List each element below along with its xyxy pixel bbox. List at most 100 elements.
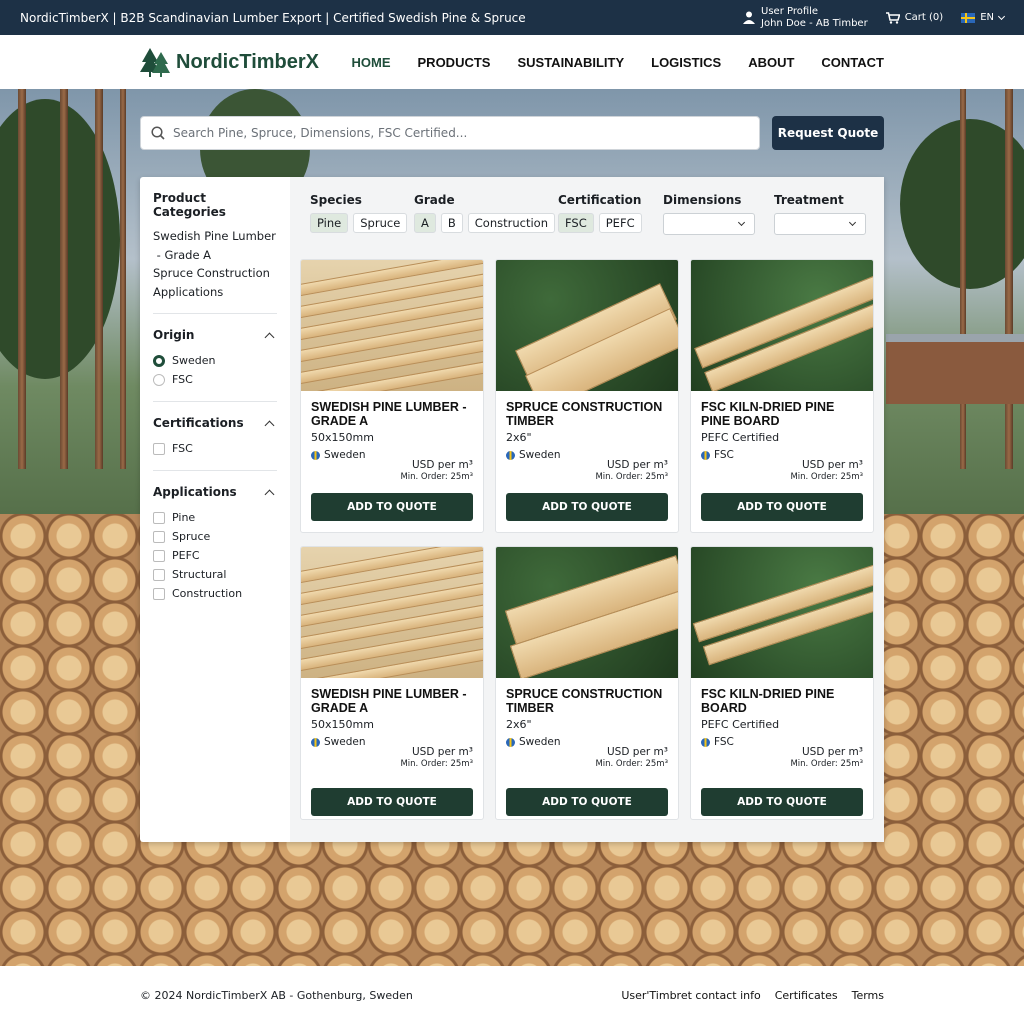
certification-option-fsc[interactable]: FSC (153, 439, 277, 458)
radio-selected[interactable] (153, 354, 165, 367)
sweden-flag-icon (961, 12, 976, 23)
treatment-label: Treatment (774, 193, 844, 207)
product-card[interactable]: Spruce Construction Timber 2x6" Sweden U… (495, 259, 679, 533)
sweden-flag-icon (506, 450, 515, 460)
add-to-quote-button[interactable]: ADD TO QUOTE (701, 493, 863, 521)
chevron-up-icon (264, 489, 275, 499)
footer-certificates-link[interactable]: Certificates (775, 989, 838, 1002)
application-option-pine[interactable]: Pine (153, 508, 277, 527)
product-name[interactable]: FSC Kiln-Dried Pine Board (701, 687, 863, 715)
checkbox[interactable] (153, 442, 165, 455)
chevron-down-icon (848, 218, 857, 227)
add-to-quote-button[interactable]: ADD TO QUOTE (311, 493, 473, 521)
nav-about[interactable]: ABOUT (748, 55, 794, 70)
certifications-header[interactable]: Certifications (153, 416, 277, 430)
min-order: Min. Order: 25m³ (790, 759, 863, 769)
main-navigation: NordicTimberX HOME PRODUCTS SUSTAINABILI… (0, 35, 1024, 89)
product-card[interactable]: Spruce Construction Timber 2x6" Sweden U… (495, 546, 679, 820)
origin-header[interactable]: Origin (153, 328, 277, 342)
grade-label: Grade (414, 193, 455, 207)
option-label: FSC (172, 442, 193, 455)
application-option-structural[interactable]: Structural (153, 565, 277, 584)
origin-option-sweden[interactable]: Sweden (153, 351, 277, 370)
add-to-quote-button[interactable]: ADD TO QUOTE (506, 493, 668, 521)
product-card[interactable]: FSC Kiln-Dried Pine Board PEFC Certified… (690, 546, 874, 820)
grade-filter: Grade A B Construction (414, 193, 555, 233)
min-order: Min. Order: 25m³ (400, 759, 473, 769)
application-option-spruce[interactable]: Spruce (153, 527, 277, 546)
product-card[interactable]: FSC Kiln-Dried Pine Pine Board PEFC Cert… (690, 259, 874, 533)
search-input[interactable] (173, 126, 733, 140)
product-image (691, 260, 873, 391)
radio[interactable] (153, 373, 165, 386)
checkbox[interactable] (153, 530, 165, 543)
product-area: Species Pine Spruce Grade A B Constructi… (290, 177, 884, 842)
add-to-quote-button[interactable]: ADD TO QUOTE (311, 788, 473, 816)
category-spruce-construction[interactable]: Spruce Construction (153, 264, 277, 283)
nav-sustainability[interactable]: SUSTAINABILITY (517, 55, 624, 70)
language-code: EN (980, 12, 994, 23)
checkbox[interactable] (153, 511, 165, 524)
treatment-select[interactable] (774, 213, 866, 235)
product-card[interactable]: Swedish Pine Lumber - Grade A 50x150mm S… (300, 259, 484, 533)
dimensions-select[interactable] (663, 213, 755, 235)
product-spec: PEFC Certified (701, 718, 780, 731)
language-selector[interactable]: EN (961, 12, 1006, 23)
nav-products[interactable]: PRODUCTS (418, 55, 491, 70)
chip-pine[interactable]: Pine (310, 213, 349, 233)
product-price: USD per m³ Min. Order: 25m³ (400, 459, 473, 482)
product-spec: 2x6" (506, 718, 532, 731)
search-bar[interactable] (140, 116, 760, 150)
logo[interactable]: NordicTimberX (140, 46, 319, 78)
chevron-up-icon (264, 332, 275, 342)
product-name[interactable]: Spruce Construction Timber (506, 687, 668, 715)
nav-contact[interactable]: CONTACT (821, 55, 884, 70)
product-name[interactable]: Spruce Construction Timber (506, 400, 668, 428)
applications-title: Applications (153, 485, 237, 499)
product-name[interactable]: Swedish Pine Lumber - Grade A (311, 687, 473, 715)
origin-option-fsc[interactable]: FSC (153, 370, 277, 389)
application-option-pefc[interactable]: PEFC (153, 546, 277, 565)
nav-logistics[interactable]: LOGISTICS (651, 55, 721, 70)
certification-filter: Certification FSC PEFC (558, 193, 642, 233)
chip-grade-b[interactable]: B (440, 213, 463, 233)
category-grade-a[interactable]: - Grade A (153, 246, 277, 265)
chip-pefc[interactable]: PEFC (598, 213, 642, 233)
request-quote-button[interactable]: Request Quote (772, 116, 884, 150)
product-name[interactable]: Swedish Pine Lumber - Grade A (311, 400, 473, 428)
dimensions-label: Dimensions (663, 193, 742, 207)
application-option-construction[interactable]: Construction (153, 584, 277, 603)
applications-header[interactable]: Applications (153, 485, 277, 499)
category-pine-lumber[interactable]: Swedish Pine Lumber (153, 227, 277, 246)
product-card[interactable]: Swedish Pine Lumber - Grade A 50x150mm S… (300, 546, 484, 820)
add-to-quote-button[interactable]: ADD TO QUOTE (701, 788, 863, 816)
catalog-panel: Product Categories Swedish Pine Lumber -… (140, 177, 884, 842)
product-price: USD per m³ Min. Order: 25m³ (595, 746, 668, 769)
chip-grade-a[interactable]: A (414, 213, 436, 233)
origin-title: Origin (153, 328, 195, 342)
certification-label: Certification (558, 193, 642, 207)
product-spec: PEFC Certified (701, 431, 780, 444)
chip-fsc[interactable]: FSC (558, 213, 594, 233)
product-price: USD per m³ Min. Order: 25m³ (790, 746, 863, 769)
profile-label: User Profile (761, 5, 819, 17)
chip-construction[interactable]: Construction (467, 213, 555, 233)
checkbox[interactable] (153, 568, 165, 581)
product-name[interactable]: FSC Kiln-Dried Pine Pine Board (701, 400, 863, 428)
footer-contact-link[interactable]: User'Timbret contact info (621, 989, 760, 1002)
add-to-quote-button[interactable]: ADD TO QUOTE (506, 788, 668, 816)
checkbox[interactable] (153, 587, 165, 600)
origin-text: Sweden (519, 449, 561, 461)
nav-home[interactable]: HOME (352, 55, 391, 70)
product-price: USD per m³ Min. Order: 25m³ (400, 746, 473, 769)
cart-button[interactable]: Cart (0) (885, 11, 943, 24)
product-price: USD per m³ Min. Order: 25m³ (790, 459, 863, 482)
footer-terms-link[interactable]: Terms (852, 989, 884, 1002)
chip-spruce[interactable]: Spruce (353, 213, 408, 233)
checkbox[interactable] (153, 549, 165, 562)
product-image (301, 547, 483, 678)
category-applications[interactable]: Applications (153, 283, 277, 302)
filter-sidebar: Product Categories Swedish Pine Lumber -… (140, 177, 290, 842)
chevron-down-icon (997, 12, 1006, 20)
user-profile-link[interactable]: User Profile John Doe - AB Timber (743, 6, 868, 30)
